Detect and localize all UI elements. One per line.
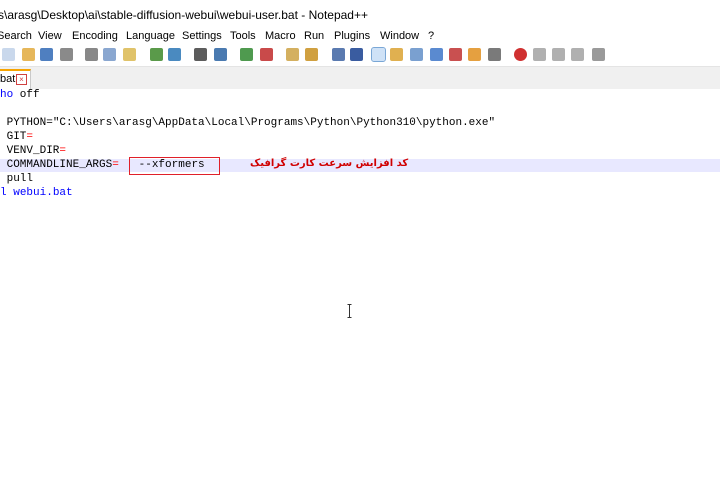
editor-area[interactable]: ho off PYTHON="C:\Users\arasg\AppData\Lo…	[0, 89, 720, 480]
annotation-box	[129, 157, 220, 175]
code-token: PYTHON=	[0, 117, 53, 129]
menu-language[interactable]: Language	[126, 30, 175, 42]
code-line[interactable]	[0, 103, 720, 116]
code-line[interactable]: l webui.bat	[0, 187, 720, 200]
find-icon[interactable]	[194, 48, 207, 61]
code-line[interactable]: PYTHON="C:\Users\arasg\AppData\Local\Pro…	[0, 117, 720, 130]
menu-window[interactable]: Window	[380, 30, 419, 42]
menu-view[interactable]: View	[38, 30, 62, 42]
code-token: l	[0, 187, 7, 199]
text-cursor-icon	[347, 304, 352, 318]
menu-help[interactable]: ?	[428, 30, 434, 42]
play-macro-icon[interactable]	[552, 48, 565, 61]
sync-v-icon[interactable]	[286, 48, 299, 61]
eye-icon[interactable]	[488, 48, 501, 61]
open-file-icon[interactable]	[2, 48, 15, 61]
menu-bar: Search View Encoding Language Settings T…	[0, 30, 720, 44]
code-token: "C:\Users\arasg\AppData\Local\Programs\P…	[52, 117, 496, 129]
print-icon[interactable]	[60, 48, 73, 61]
undo-icon[interactable]	[150, 48, 163, 61]
word-wrap-icon[interactable]	[332, 48, 345, 61]
function-list-icon[interactable]	[430, 48, 443, 61]
tab-bar: bat ×	[0, 67, 720, 90]
folder-workspace-icon[interactable]	[449, 48, 462, 61]
sync-h-icon[interactable]	[305, 48, 318, 61]
save-icon[interactable]	[22, 48, 35, 61]
window-title: s\arasg\Desktop\ai\stable-diffusion-webu…	[0, 8, 368, 22]
user-lang-icon[interactable]	[390, 48, 403, 61]
save-macro-icon[interactable]	[592, 48, 605, 61]
show-all-chars-icon[interactable]	[350, 48, 363, 61]
code-token: =	[112, 159, 119, 171]
menu-run[interactable]: Run	[304, 30, 324, 42]
tab-label: bat	[0, 73, 16, 85]
close-tab-icon[interactable]: ×	[16, 74, 27, 85]
title-bar: s\arasg\Desktop\ai\stable-diffusion-webu…	[0, 0, 720, 30]
code-token: COMMANDLINE_ARGS	[0, 159, 113, 171]
menu-search[interactable]: Search	[0, 30, 32, 42]
annotation-note: کد افزایش سرعت کارت گرافیک	[250, 158, 409, 169]
copy-icon[interactable]	[103, 48, 116, 61]
doc-map-icon[interactable]	[410, 48, 423, 61]
code-token: off	[13, 89, 40, 101]
play-multiple-icon[interactable]	[571, 48, 584, 61]
indent-guide-icon[interactable]	[371, 47, 386, 62]
code-line[interactable]: pull	[0, 173, 720, 186]
zoom-in-icon[interactable]	[240, 48, 253, 61]
replace-icon[interactable]	[214, 48, 227, 61]
stop-macro-icon[interactable]	[533, 48, 546, 61]
toolbar	[0, 44, 720, 67]
code-token: VENV_DIR	[0, 145, 60, 157]
code-token: GIT	[0, 131, 27, 143]
record-macro-icon[interactable]	[514, 48, 527, 61]
paste-icon[interactable]	[123, 48, 136, 61]
redo-icon[interactable]	[168, 48, 181, 61]
code-line[interactable]: ho off	[0, 89, 720, 102]
menu-encoding[interactable]: Encoding	[72, 30, 118, 42]
save-all-icon[interactable]	[40, 48, 53, 61]
tab-webui-user-bat[interactable]: bat ×	[0, 69, 31, 90]
code-token: =	[26, 131, 34, 143]
monitoring-icon[interactable]	[468, 48, 481, 61]
menu-macro[interactable]: Macro	[265, 30, 296, 42]
code-token: webui.bat	[13, 187, 73, 199]
zoom-out-icon[interactable]	[260, 48, 273, 61]
code-token: pull	[0, 173, 34, 185]
cut-icon[interactable]	[85, 48, 98, 61]
code-token: ho	[0, 89, 14, 101]
code-line[interactable]: VENV_DIR=	[0, 145, 720, 158]
menu-settings[interactable]: Settings	[182, 30, 222, 42]
menu-plugins[interactable]: Plugins	[334, 30, 370, 42]
code-line[interactable]: GIT=	[0, 131, 720, 144]
menu-tools[interactable]: Tools	[230, 30, 256, 42]
code-token: =	[59, 145, 67, 157]
